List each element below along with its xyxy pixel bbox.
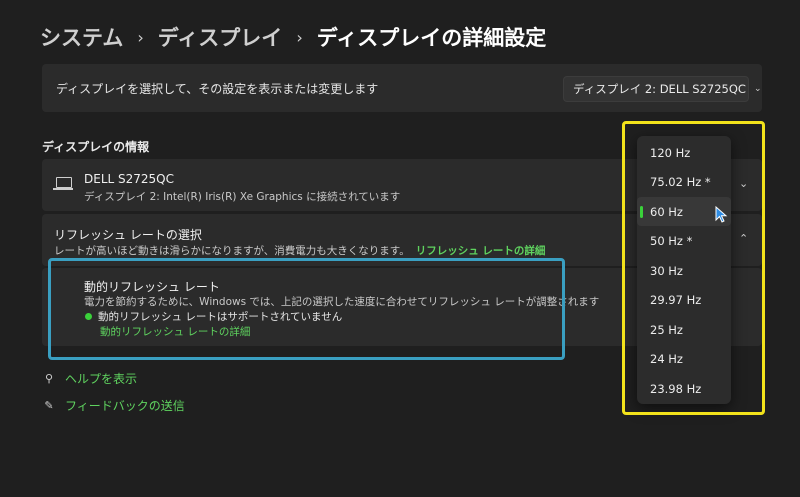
help-icon: ⚲: [44, 372, 54, 385]
display-info-title: ディスプレイの情報: [42, 140, 150, 154]
feedback-link-label: フィードバックの送信: [65, 399, 185, 413]
mouse-cursor-icon: [715, 206, 728, 223]
feedback-icon: ✎: [44, 399, 54, 412]
display-select-value: ディスプレイ 2: DELL S2725QC: [573, 82, 746, 96]
refresh-rate-description: レートが高いほど動きは滑らかになりますが、消費電力も大きくなります。 リフレッシュ…: [54, 243, 545, 258]
refresh-rate-title: リフレッシュ レートの選択: [54, 228, 202, 242]
display-select-dropdown[interactable]: ディスプレイ 2: DELL S2725QC ⌄: [563, 76, 761, 102]
breadcrumb-item-system[interactable]: システム: [40, 22, 123, 52]
help-link[interactable]: ⚲ ヘルプを表示: [42, 370, 137, 387]
help-link-label: ヘルプを表示: [65, 372, 138, 386]
breadcrumb-item-display[interactable]: ディスプレイ: [158, 22, 283, 52]
highlight-box-refresh-dropdown: [622, 121, 765, 415]
page-title: ディスプレイの詳細設定: [316, 26, 547, 50]
breadcrumb: システム › ディスプレイ › ディスプレイの詳細設定: [40, 20, 546, 54]
feedback-link[interactable]: ✎ フィードバックの送信: [42, 397, 185, 414]
display-select-card: ディスプレイを選択して、その設定を表示または変更します ディスプレイ 2: DE…: [42, 64, 762, 112]
highlight-box-dynamic-refresh: [48, 258, 565, 360]
monitor-icon: [53, 177, 73, 190]
chevron-right-icon: ›: [137, 27, 144, 47]
monitor-subtitle: ディスプレイ 2: Intel(R) Iris(R) Xe Graphics に…: [84, 191, 401, 203]
chevron-down-icon: ⌄: [753, 84, 762, 94]
refresh-rate-details-link[interactable]: リフレッシュ レートの詳細: [416, 245, 546, 257]
display-select-prompt: ディスプレイを選択して、その設定を表示または変更します: [56, 82, 379, 96]
refresh-rate-description-text: レートが高いほど動きは滑らかになりますが、消費電力も大きくなります。: [54, 245, 410, 257]
monitor-name: DELL S2725QC: [84, 172, 174, 186]
chevron-right-icon: ›: [296, 27, 303, 47]
